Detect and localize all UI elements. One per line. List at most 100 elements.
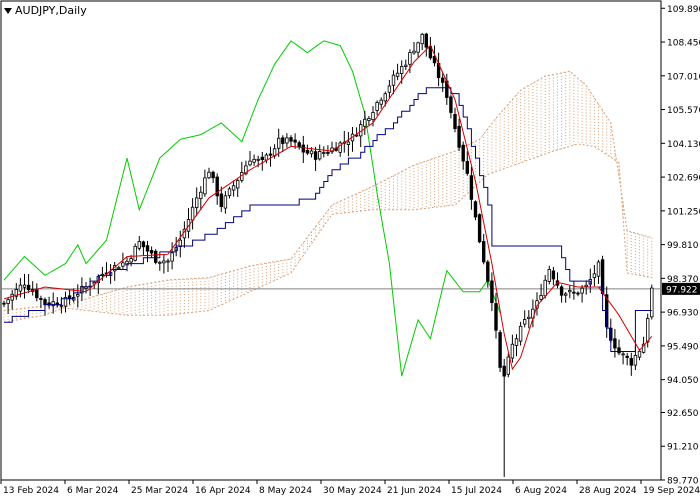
y-axis-label: 101.250 bbox=[667, 207, 700, 217]
candle-body bbox=[617, 347, 621, 354]
candle-body bbox=[469, 175, 474, 200]
candle-body bbox=[514, 338, 519, 346]
candle-body bbox=[256, 158, 260, 161]
chart-title-text: AUDJPY,Daily bbox=[15, 4, 87, 17]
candle-body bbox=[621, 353, 625, 356]
x-axis-label: 25 Mar 2024 bbox=[131, 486, 188, 496]
candle-body bbox=[76, 294, 80, 297]
y-axis-label: 108.450 bbox=[667, 39, 700, 49]
candle-body bbox=[203, 177, 207, 195]
candle-body bbox=[363, 118, 367, 127]
candle-body bbox=[248, 160, 252, 166]
candle-body bbox=[424, 33, 428, 48]
candle-body bbox=[395, 72, 400, 77]
candle-body bbox=[141, 241, 146, 248]
candle-body bbox=[194, 197, 199, 208]
candle-body bbox=[309, 150, 314, 155]
candle-body bbox=[137, 241, 141, 249]
candle-body bbox=[129, 258, 133, 263]
y-axis-label: 104.130 bbox=[667, 140, 700, 150]
candle-body bbox=[43, 299, 47, 306]
candle-body bbox=[481, 241, 486, 263]
candle-body bbox=[317, 151, 322, 160]
candle-body bbox=[379, 99, 383, 105]
candle-body bbox=[633, 354, 638, 366]
candle-body bbox=[39, 298, 43, 300]
candle-body bbox=[313, 151, 318, 160]
candle-body bbox=[190, 206, 195, 221]
candle-body bbox=[383, 93, 387, 102]
candle-body bbox=[494, 303, 498, 331]
candle-body bbox=[596, 261, 601, 277]
candle-body bbox=[559, 286, 564, 296]
candle-body bbox=[576, 292, 580, 295]
candle-body bbox=[211, 171, 215, 179]
candle-body bbox=[346, 141, 351, 145]
x-axis-label: 6 Mar 2024 bbox=[67, 486, 119, 496]
y-axis-label: 102.690 bbox=[667, 174, 700, 184]
candle-body bbox=[297, 142, 301, 148]
candle-body bbox=[408, 52, 412, 65]
candle-body bbox=[449, 96, 453, 113]
y-axis-label: 89.770 bbox=[667, 477, 699, 487]
candle-body bbox=[264, 154, 269, 161]
candle-body bbox=[35, 288, 39, 299]
candle-body bbox=[518, 325, 523, 342]
candle-body bbox=[568, 290, 572, 293]
candle-body bbox=[510, 343, 515, 359]
candle-body bbox=[387, 85, 392, 93]
candle-body bbox=[506, 356, 510, 375]
candle-body bbox=[293, 139, 297, 143]
candle-body bbox=[527, 316, 531, 319]
candle-body bbox=[375, 102, 379, 111]
candle-body bbox=[166, 260, 170, 263]
candle-body bbox=[440, 77, 445, 83]
candle-body bbox=[162, 260, 166, 264]
x-axis-label: 8 May 2024 bbox=[259, 486, 312, 496]
x-axis-label: 15 Jul 2024 bbox=[451, 486, 502, 496]
candle-body bbox=[572, 291, 576, 294]
y-axis-label: 95.490 bbox=[667, 342, 699, 352]
plot-frame bbox=[0, 0, 662, 481]
x-axis-label: 21 Jun 2024 bbox=[387, 486, 441, 496]
candle-body bbox=[22, 284, 27, 288]
candle-body bbox=[543, 279, 547, 297]
candle-body bbox=[301, 144, 305, 153]
chart-svg: 109.890 108.450 107.010 105.570 104.130 102.6… bbox=[0, 0, 700, 496]
candle-body bbox=[564, 293, 568, 296]
y-axis-label: 107.010 bbox=[667, 72, 700, 82]
candle-body bbox=[268, 153, 273, 156]
candle-body bbox=[153, 250, 158, 263]
candle-body bbox=[252, 158, 256, 163]
x-axis-label: 28 Aug 2024 bbox=[579, 486, 637, 496]
candle-body bbox=[227, 188, 232, 196]
x-axis-label: 30 May 2024 bbox=[323, 486, 382, 496]
candle-body bbox=[498, 332, 502, 368]
candle-body bbox=[613, 338, 617, 349]
candle-body bbox=[637, 350, 642, 358]
y-axis-label: 91.210 bbox=[667, 443, 699, 453]
candle-body bbox=[6, 299, 10, 304]
candle-body bbox=[285, 137, 289, 144]
candle-body bbox=[219, 193, 223, 207]
x-axis-label: 6 Aug 2024 bbox=[515, 486, 567, 496]
candle-body bbox=[551, 270, 556, 280]
candle-body bbox=[281, 137, 285, 144]
candle-body bbox=[305, 149, 310, 154]
y-axis-label: 96.930 bbox=[667, 309, 699, 319]
x-axis-label: 13 Feb 2024 bbox=[3, 486, 59, 496]
candle-body bbox=[453, 113, 457, 129]
y-axis-label: 109.890 bbox=[667, 5, 700, 15]
candle-body bbox=[326, 152, 330, 154]
candle-body bbox=[547, 269, 551, 282]
candle-body bbox=[145, 245, 150, 252]
candle-body bbox=[539, 295, 543, 300]
candle-body bbox=[523, 319, 527, 325]
candle-body bbox=[231, 185, 236, 191]
candle-body bbox=[260, 156, 264, 161]
candle-body bbox=[629, 358, 633, 366]
y-axis-label: 105.570 bbox=[667, 106, 700, 116]
candle-body bbox=[486, 261, 490, 282]
candle-body bbox=[584, 284, 588, 287]
candle-body bbox=[276, 137, 281, 149]
